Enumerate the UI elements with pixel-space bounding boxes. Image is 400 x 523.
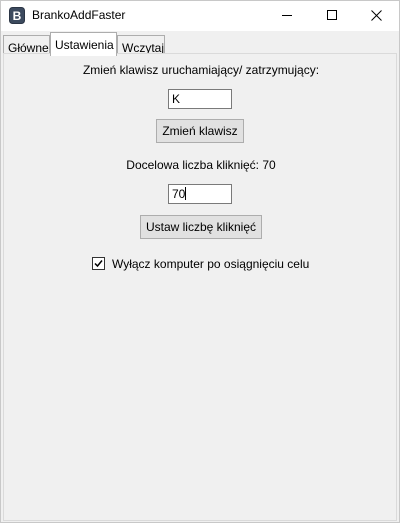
change-key-button[interactable]: Zmień klawisz xyxy=(156,119,244,143)
text-cursor xyxy=(185,187,187,200)
minimize-icon xyxy=(282,15,292,16)
title-bar[interactable]: B BrankoAddFaster xyxy=(1,1,399,31)
app-b-icon: B xyxy=(9,7,25,24)
target-clicks-value: 70 xyxy=(172,187,186,201)
target-clicks-input[interactable]: 70 xyxy=(168,184,232,204)
maximize-icon xyxy=(327,10,337,20)
target-clicks-label: Docelowa liczba kliknięć: 70 xyxy=(126,158,276,172)
shutdown-checkbox[interactable] xyxy=(92,257,105,270)
window-title: BrankoAddFaster xyxy=(32,8,126,22)
set-clicks-button[interactable]: Ustaw liczbę kliknięć xyxy=(140,215,262,239)
app-window: B BrankoAddFaster Główne Ustawienia Wczy… xyxy=(0,0,400,523)
checkmark-icon xyxy=(94,260,103,268)
maximize-button[interactable] xyxy=(310,1,355,31)
close-icon xyxy=(371,10,382,21)
tab-ustawienia[interactable]: Ustawienia xyxy=(50,32,117,56)
tab-strip: Główne Ustawienia Wczytaj xyxy=(1,31,399,56)
tab-glowne[interactable]: Główne xyxy=(3,35,50,55)
settings-panel: Zmień klawisz uruchamiający/ zatrzymując… xyxy=(3,53,397,521)
minimize-button[interactable] xyxy=(265,1,310,31)
close-button[interactable] xyxy=(354,1,399,31)
tab-label: Ustawienia xyxy=(55,38,114,52)
shutdown-label: Wyłącz komputer po osiągnięciu celu xyxy=(112,257,310,271)
svg-text:B: B xyxy=(13,9,22,23)
hotkey-label: Zmień klawisz uruchamiający/ zatrzymując… xyxy=(82,63,320,77)
tab-wczytaj[interactable]: Wczytaj xyxy=(117,35,165,55)
hotkey-input[interactable]: K xyxy=(168,89,232,109)
